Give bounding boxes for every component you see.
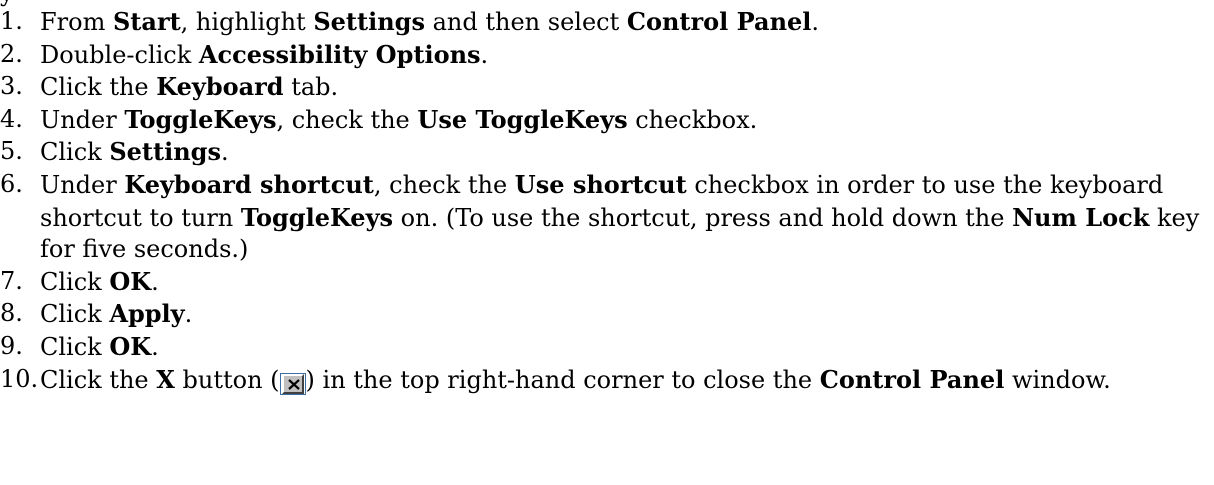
step-text-run: From	[40, 8, 113, 36]
step-text-run: .	[184, 300, 193, 329]
step-text-run: Under	[40, 105, 125, 134]
bold-term: Settings	[109, 137, 221, 167]
step-text-run: Click the	[40, 365, 157, 394]
step-number: 8.	[0, 299, 23, 328]
step-number: 10.	[0, 364, 39, 393]
step-text-run: checkbox.	[627, 105, 758, 134]
bold-term: Apply	[109, 299, 185, 329]
step-text: Click Settings.	[40, 136, 1214, 169]
step-number: 3.	[0, 72, 23, 101]
bold-term: Control Panel	[626, 7, 812, 36]
step-text-run: ) in the top right-hand corner to close …	[305, 365, 820, 394]
bold-term: Keyboard	[156, 72, 284, 102]
step-number: 5.	[0, 137, 23, 166]
step-text: Click OK.	[40, 331, 1214, 364]
step-text: Under ToggleKeys, check the Use ToggleKe…	[40, 104, 1214, 137]
step-number: 4.	[0, 104, 23, 133]
step-number: 2.	[0, 39, 23, 68]
step-text: Under Keyboard shortcut, check the Use s…	[40, 169, 1214, 266]
bold-term: ToggleKeys	[124, 104, 277, 134]
step-number: 6.	[0, 169, 23, 198]
instruction-step: 6. Under Keyboard shortcut, check the Use…	[0, 169, 1214, 266]
bold-term: ToggleKeys	[240, 202, 394, 232]
step-text: From Start, highlight Settings and then …	[40, 6, 1214, 39]
step-text-run: and then select	[424, 8, 627, 36]
step-text-run: Click	[40, 138, 110, 167]
step-text: Double-click Accessibility Options.	[40, 39, 1214, 72]
step-text-run: Click	[40, 300, 110, 329]
instruction-step: 2. Double-click Accessibility Options.	[0, 39, 1214, 72]
step-text-run: Click	[40, 332, 110, 361]
step-text-run: .	[151, 267, 159, 296]
step-text-run: Click the	[40, 73, 157, 102]
bold-term: X	[156, 364, 175, 394]
step-text-run: Double-click	[40, 40, 199, 69]
step-text: Click OK.	[40, 266, 1214, 299]
step-text-run: tab.	[283, 73, 339, 102]
step-text-run: , check the	[276, 105, 418, 134]
step-text-run: , highlight	[180, 8, 314, 36]
step-text-run: Click	[40, 267, 110, 296]
bold-term: Use shortcut	[514, 169, 687, 199]
bold-term: Num Lock	[1012, 202, 1150, 232]
instruction-step: 5. Click Settings.	[0, 136, 1214, 169]
bold-term: Accessibility Options	[198, 39, 481, 69]
bold-term: OK	[109, 331, 152, 361]
instruction-step: 1. From Start, highlight Settings and the…	[0, 6, 1214, 39]
instructions-page: y 1.From Start, highlight Settings and t…	[0, 0, 1214, 485]
step-number: 1.	[0, 7, 23, 35]
close-x-icon	[279, 372, 306, 395]
bold-term: Use ToggleKeys	[417, 104, 628, 134]
step-text-run: .	[151, 332, 159, 361]
step-text-run: .	[220, 138, 229, 167]
bold-term: Keyboard shortcut	[124, 169, 374, 199]
step-text-run: .	[811, 8, 820, 36]
bold-term: Start	[112, 7, 181, 36]
bold-term: Control Panel	[819, 364, 1005, 394]
bold-term: OK	[109, 266, 152, 296]
instruction-step: 7. Click OK.	[0, 266, 1214, 299]
step-text-run: .	[480, 40, 489, 69]
step-text: Click Apply.	[40, 298, 1214, 331]
step-text: Click the X button ( ) in the top right-h…	[40, 364, 1214, 397]
step-text-run: Under	[40, 170, 125, 199]
instruction-step: 8. Click Apply.	[0, 298, 1214, 331]
instruction-step: 3. Click the Keyboard tab.	[0, 71, 1214, 104]
bold-term: Settings	[313, 7, 425, 36]
step-number: 9.	[0, 331, 23, 360]
instruction-steps-list: 1. From Start, highlight Settings and the…	[0, 6, 1214, 396]
step-text-run: on. (To use the shortcut, press and hold…	[393, 203, 1013, 232]
step-text-run: button (	[174, 365, 280, 394]
step-number: 7.	[0, 266, 23, 295]
step-text: Click the Keyboard tab.	[40, 71, 1214, 104]
instruction-step: 10. Click the X button ( ) in the top righ…	[0, 364, 1214, 397]
instruction-step: 9. Click OK.	[0, 331, 1214, 364]
step-text-run: window.	[1004, 365, 1111, 394]
step-text-run: , check the	[373, 170, 515, 199]
instruction-step: 4. Under ToggleKeys, check the Use Toggle…	[0, 104, 1214, 137]
